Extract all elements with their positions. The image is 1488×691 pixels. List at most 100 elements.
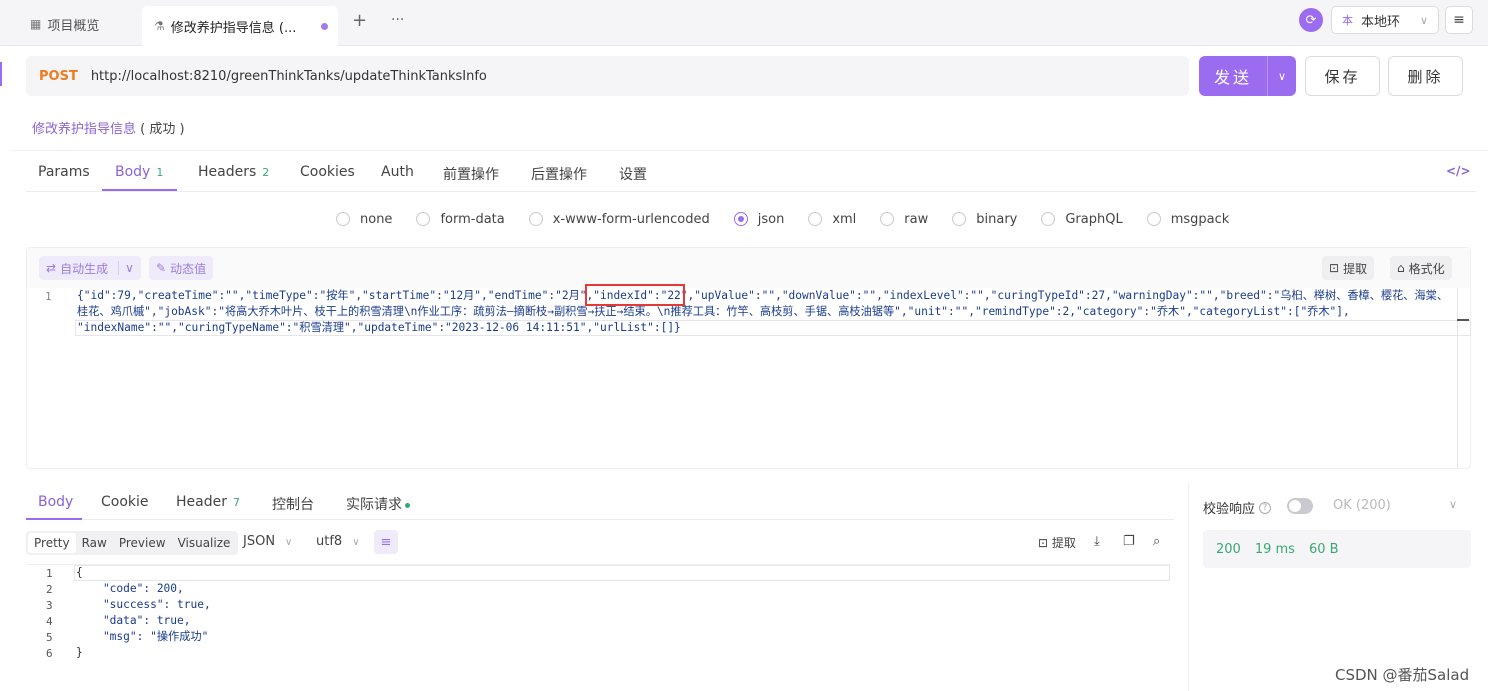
view-raw[interactable]: Raw [76,533,113,553]
resp-tab-cookie[interactable]: Cookie [101,494,149,510]
radio-xml[interactable]: xml [808,212,856,227]
validate-toggle[interactable] [1287,498,1313,514]
request-name[interactable]: 修改养护指导信息 [32,122,136,137]
send-label: 发送 [1213,68,1252,87]
radio-json[interactable]: json [733,212,784,227]
response-validation-panel: 校验响应? OK (200) ∨ 200 19 ms 60 B [1188,482,1488,691]
tab-pre-processors[interactable]: 前置操作 [443,164,499,184]
help-icon[interactable]: ? [1259,501,1272,514]
response-size: 60 B [1308,541,1339,557]
validate-response-label: 校验响应? [1203,498,1272,517]
url-bar[interactable]: POST http://localhost:8210/greenThinkTan… [26,56,1189,96]
wrap-lines-icon[interactable]: ≡ [374,530,398,554]
resp-tab-body[interactable]: Body [38,494,73,510]
status-code: 200 [1216,541,1241,557]
extract-icon: ⊡ [1329,261,1340,275]
response-line: "success": true, [76,598,211,611]
code-icon[interactable]: </> [1446,164,1471,178]
chevron-down-icon: ∨ [285,537,293,548]
code-line[interactable]: "indexName":"","curingTypeName":"积雪清理","… [77,320,681,336]
resp-tab-header[interactable]: Header 7 [176,494,240,510]
resp-tab-console[interactable]: 控制台 [272,494,314,514]
view-mode-segmented: Pretty Raw Preview Visualize [26,531,239,555]
resp-tab-actual-request[interactable]: 实际请求 [346,494,410,514]
radio-form-data[interactable]: form-data [416,212,505,227]
radio-graphql[interactable]: GraphQL [1041,212,1123,227]
response-body-viewer[interactable]: 1 2 3 4 5 6 { "code": 200, "success": tr… [26,564,1170,691]
encoding-select[interactable]: utf8 ∨ [316,534,360,549]
env-badge: 本 [1342,14,1353,27]
layout-icon: ▦ [30,17,42,31]
status-dot [405,502,410,508]
line-number: 5 [46,631,53,644]
brush-icon: ⌂ [1397,261,1405,275]
env-label: 本地环 [1361,14,1401,30]
radio-none[interactable]: none [336,212,392,227]
tab-label: 项目概览 [47,18,100,34]
request-body-editor[interactable]: ⇄ 自动生成 ∨ ✎ 动态值 ⊡ 提取 ⌂ 格式化 1 {"id":79,"cr… [26,247,1471,469]
chevron-down-icon: ∨ [1419,13,1428,27]
response-time: 19 ms [1254,541,1295,557]
current-line-highlight [74,565,1170,581]
wand-icon: ⇄ [46,261,57,275]
format-button[interactable]: ⌂ 格式化 [1390,256,1452,280]
tab-params[interactable]: Params [38,164,90,180]
format-select[interactable]: JSON ∨ [243,534,292,549]
search-icon[interactable]: ⌕ [1153,534,1160,549]
send-button[interactable]: 发送 ∨ [1199,56,1296,96]
chevron-down-icon[interactable]: ∨ [118,261,134,275]
request-name-line: 修改养护指导信息 ( 成功 ) [32,118,185,137]
tab-active-request[interactable]: ⚗ 修改养护指导信息 (... [142,6,338,46]
code-line[interactable]: {"id":79,"createTime":"","timeType":"按年"… [77,288,1448,304]
line-number: 4 [46,615,53,628]
view-visualize[interactable]: Visualize [172,533,237,553]
code-line[interactable]: 桂花、鸡爪槭","jobAsk":"将高大乔木叶片、枝干上的积雪清理\n作业工序… [77,304,1350,320]
extract-button[interactable]: ⊡ 提取 [1038,534,1076,551]
tab-auth[interactable]: Auth [381,164,414,180]
auto-generate-button[interactable]: ⇄ 自动生成 ∨ [39,256,141,280]
status-select[interactable]: OK (200) [1333,498,1391,513]
copy-icon[interactable]: ❐ [1123,534,1135,549]
highlight-annotation-box [585,284,685,306]
download-icon[interactable]: ⤓ [1094,534,1100,549]
tab-settings[interactable]: 设置 [619,164,647,184]
response-tabs: Body Cookie Header 7 控制台 实际请求 [26,482,1174,520]
scroll-marker [1457,319,1469,321]
environment-select[interactable]: 本 本地环 ∨ [1331,6,1439,34]
response-panel: Body Cookie Header 7 控制台 实际请求 Pretty Raw … [0,482,1178,691]
save-button[interactable]: 保存 [1305,56,1380,96]
sync-icon[interactable]: ⟳ [1299,8,1323,32]
chevron-down-icon[interactable]: ∨ [1449,498,1457,511]
http-method[interactable]: POST [39,69,78,84]
response-line: { [76,566,83,579]
more-tabs-button[interactable]: ··· [391,12,404,28]
request-tabs: Params Body 1 Headers 2 Cookies Auth 前置操作 … [26,152,1476,192]
hamburger-menu-icon[interactable]: ≡ [1445,6,1473,34]
tab-post-processors[interactable]: 后置操作 [531,164,587,184]
response-line: } [76,646,83,659]
tab-headers[interactable]: Headers 2 [198,164,269,180]
dynamic-value-button[interactable]: ✎ 动态值 [149,256,214,280]
scrollbar[interactable] [1457,288,1458,468]
divider [10,150,1488,151]
url-input[interactable]: http://localhost:8210/greenThinkTanks/up… [91,69,487,84]
chevron-down-icon[interactable]: ∨ [1268,70,1296,83]
request-status: ( 成功 ) [140,122,185,137]
radio-msgpack[interactable]: msgpack [1146,212,1229,227]
radio-urlencoded[interactable]: x-www-form-urlencoded [528,212,710,227]
line-number: 3 [46,599,53,612]
radio-raw[interactable]: raw [880,212,928,227]
delete-button[interactable]: 删除 [1388,56,1463,96]
tab-project-overview[interactable]: ▦ 项目概览 [18,8,136,40]
radio-binary[interactable]: binary [952,212,1017,227]
tab-cookies[interactable]: Cookies [300,164,355,180]
extract-button[interactable]: ⊡ 提取 [1322,256,1375,280]
flask-icon: ⚗ [154,19,165,33]
tab-body[interactable]: Body 1 [115,164,163,180]
view-preview[interactable]: Preview [113,533,172,553]
editor-toolbar: ⇄ 自动生成 ∨ ✎ 动态值 ⊡ 提取 ⌂ 格式化 [27,248,1470,288]
view-pretty[interactable]: Pretty [28,533,76,553]
response-line: "msg": "操作成功" [76,630,209,643]
magic-icon: ✎ [156,261,167,275]
add-tab-button[interactable]: + [352,10,367,31]
